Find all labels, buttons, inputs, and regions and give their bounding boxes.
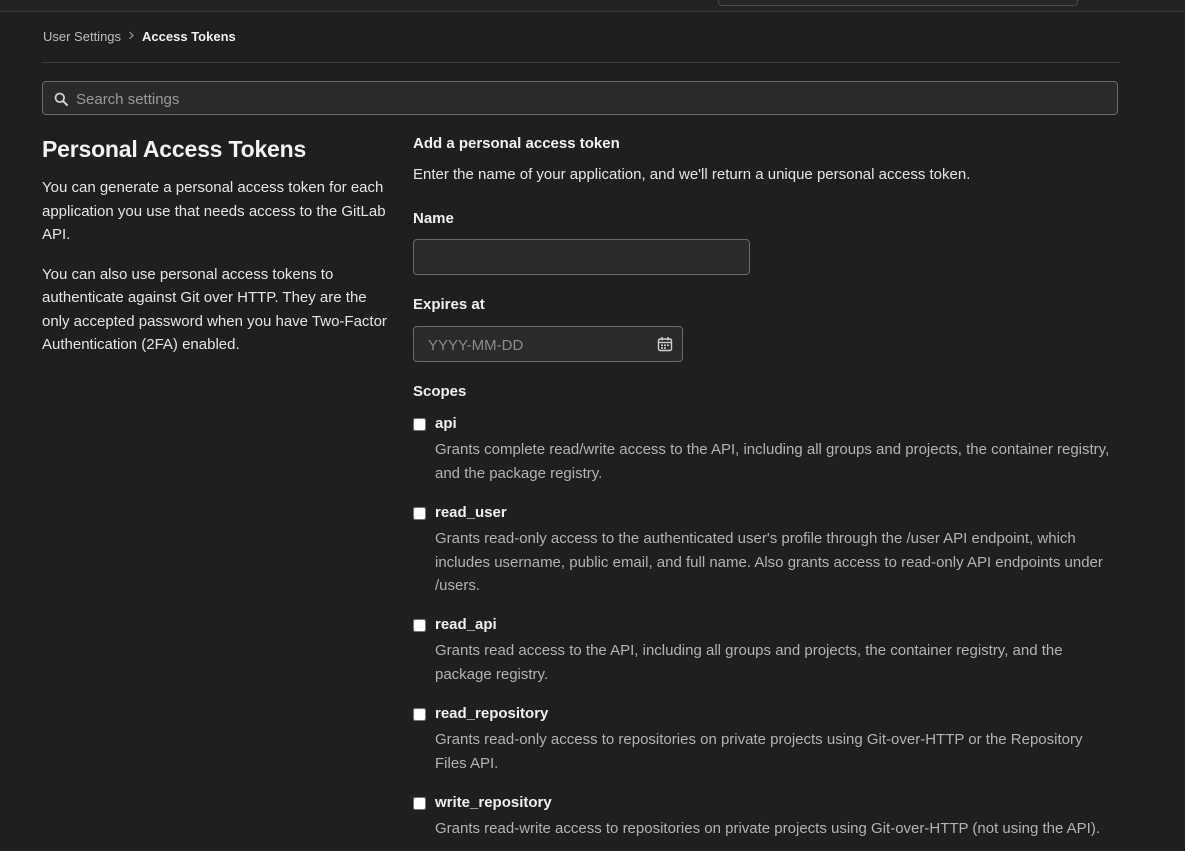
breadcrumb-user-settings-link[interactable]: User Settings: [43, 29, 121, 44]
search-input[interactable]: [74, 82, 1108, 116]
scope-api-checkbox[interactable]: [413, 418, 426, 431]
scope-description: Grants read-only access to the authentic…: [435, 530, 1103, 594]
scope-name[interactable]: read_api: [435, 616, 497, 633]
search-icon: [54, 92, 68, 106]
chevron-right-icon: [128, 31, 135, 43]
breadcrumb-current: Access Tokens: [142, 29, 236, 44]
token-name-input[interactable]: [413, 239, 750, 275]
breadcrumb: User Settings Access Tokens: [43, 29, 236, 44]
expires-date-picker[interactable]: [413, 326, 683, 363]
add-token-form: Add a personal access token Enter the na…: [413, 135, 1123, 837]
intro-paragraph-1: You can generate a personal access token…: [42, 179, 386, 243]
expires-label: Expires at: [413, 296, 485, 313]
scope-read-repository-checkbox[interactable]: [413, 708, 426, 721]
scope-description: Grants read access to the API, including…: [435, 642, 1063, 683]
scope-name[interactable]: write_repository: [435, 794, 552, 811]
intro-section: Personal Access Tokens You can generate …: [42, 136, 387, 373]
intro-paragraph-2: You can also use personal access tokens …: [42, 265, 387, 354]
scope-description: Grants read-only access to repositories …: [435, 731, 1083, 772]
scope-description: Grants complete read/write access to the…: [435, 441, 1110, 482]
calendar-icon[interactable]: [657, 336, 673, 352]
breadcrumb-divider: [42, 62, 1120, 63]
form-description: Enter the name of your application, and …: [413, 166, 971, 183]
top-navbar: [0, 0, 1185, 12]
top-search-bar[interactable]: [718, 0, 1078, 6]
name-label: Name: [413, 210, 454, 227]
scope-name[interactable]: read_user: [435, 504, 507, 521]
scope-write-repository-checkbox[interactable]: [413, 797, 426, 810]
page-title: Personal Access Tokens: [42, 136, 307, 162]
scope-name[interactable]: read_repository: [435, 705, 548, 722]
scope-name[interactable]: api: [435, 415, 457, 432]
scope-description: Grants read-write access to repositories…: [435, 820, 1100, 837]
settings-search-box[interactable]: [42, 81, 1118, 116]
scope-read-user-checkbox[interactable]: [413, 507, 426, 520]
scopes-label: Scopes: [413, 383, 467, 400]
expires-date-input[interactable]: [426, 327, 650, 363]
form-title: Add a personal access token: [413, 135, 620, 152]
scope-read-api-checkbox[interactable]: [413, 619, 426, 632]
